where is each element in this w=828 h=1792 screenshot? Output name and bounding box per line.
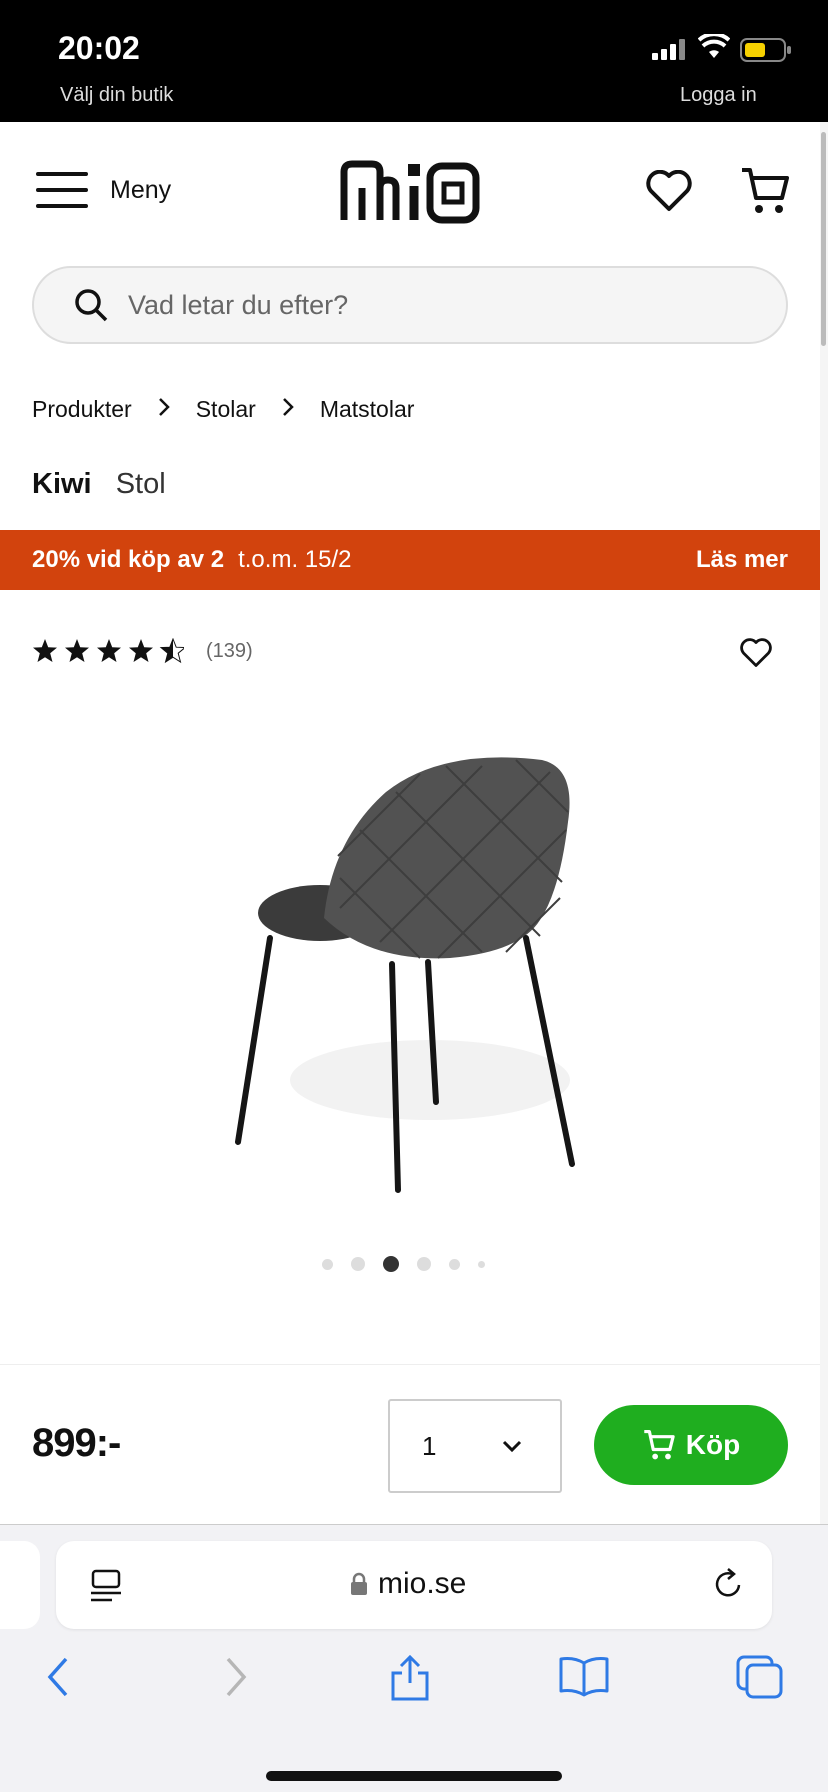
- status-time: 20:02: [58, 30, 140, 66]
- mio-logo[interactable]: [338, 158, 482, 226]
- scrollbar-thumb[interactable]: [821, 132, 826, 346]
- signal-icon: [652, 39, 685, 60]
- url-text: mio.se: [378, 1567, 467, 1600]
- product-rating[interactable]: (139): [32, 638, 253, 664]
- product-image-chair[interactable]: [220, 730, 620, 1210]
- login-clipped: Logga in: [680, 84, 757, 106]
- image-carousel-dots[interactable]: [322, 1256, 503, 1272]
- share-icon[interactable]: [388, 1655, 432, 1701]
- breadcrumb-item-matstolar[interactable]: Matstolar: [320, 396, 415, 423]
- site-header: Meny: [0, 122, 820, 262]
- carousel-dot[interactable]: [449, 1258, 460, 1270]
- reader-mode-icon[interactable]: [90, 1569, 122, 1603]
- product-brand: Kiwi: [32, 468, 92, 500]
- browser-chrome: mio.se: [0, 1524, 828, 1792]
- carousel-dot[interactable]: [322, 1258, 333, 1270]
- promo-read-more-link[interactable]: Läs mer: [696, 546, 788, 574]
- buy-button[interactable]: Köp: [594, 1405, 788, 1485]
- menu-button[interactable]: Meny: [36, 170, 171, 210]
- chevron-right-icon: [282, 396, 294, 423]
- product-price: 899:-: [32, 1421, 121, 1465]
- carousel-dot[interactable]: [351, 1257, 365, 1271]
- wifi-icon: [698, 34, 730, 58]
- breadcrumb-item-stolar[interactable]: Stolar: [196, 396, 256, 423]
- status-bar: 20:02 Välj din butik Logga in: [0, 0, 828, 122]
- carousel-dot[interactable]: [478, 1260, 485, 1268]
- reload-icon[interactable]: [712, 1567, 744, 1601]
- breadcrumb: Produkter Stolar Matstolar: [32, 396, 414, 423]
- add-to-wishlist-heart-icon[interactable]: [740, 638, 772, 668]
- quantity-value: 1: [422, 1430, 437, 1461]
- page-scrollbar[interactable]: [820, 122, 828, 1524]
- menu-label: Meny: [110, 175, 172, 204]
- chevron-right-icon: [158, 396, 170, 423]
- breadcrumb-item-produkter[interactable]: Produkter: [32, 396, 132, 423]
- sticky-buy-bar: 899:- 1 Köp: [0, 1364, 820, 1524]
- previous-tab-peek[interactable]: [0, 1541, 40, 1629]
- store-select-clipped: Välj din butik: [60, 84, 174, 106]
- home-indicator: [266, 1771, 562, 1781]
- search-icon: [75, 289, 108, 322]
- promo-date: t.o.m. 15/2: [238, 546, 352, 573]
- product-type: Stol: [115, 468, 166, 500]
- buy-button-label: Köp: [685, 1429, 741, 1460]
- back-chevron-icon[interactable]: [44, 1655, 72, 1699]
- hamburger-icon: [36, 172, 88, 208]
- battery-icon: [740, 38, 791, 62]
- lock-icon: [351, 1572, 367, 1595]
- forward-chevron-icon[interactable]: [222, 1655, 250, 1699]
- url-display[interactable]: mio.se: [350, 1567, 466, 1601]
- address-bar[interactable]: mio.se: [56, 1541, 772, 1629]
- cart-icon: [644, 1429, 675, 1460]
- promo-offer: 20% vid köp av 2: [32, 546, 225, 573]
- search-input[interactable]: [128, 289, 728, 321]
- favorites-heart-icon[interactable]: [646, 170, 692, 212]
- bookmarks-book-icon[interactable]: [558, 1655, 610, 1697]
- promo-banner[interactable]: 20% vid köp av 2 t.o.m. 15/2 Läs mer: [0, 530, 820, 590]
- review-count: (139): [206, 639, 253, 662]
- search-bar[interactable]: [32, 266, 788, 344]
- chevron-down-icon: [502, 1440, 522, 1453]
- star-rating-icon: [33, 638, 184, 663]
- tabs-icon[interactable]: [736, 1655, 784, 1699]
- product-title: Kiwi Stol: [32, 468, 166, 501]
- carousel-dot-active[interactable]: [383, 1256, 399, 1272]
- quantity-select[interactable]: 1: [388, 1399, 562, 1493]
- cart-icon[interactable]: [740, 166, 790, 216]
- carousel-dot[interactable]: [417, 1257, 431, 1271]
